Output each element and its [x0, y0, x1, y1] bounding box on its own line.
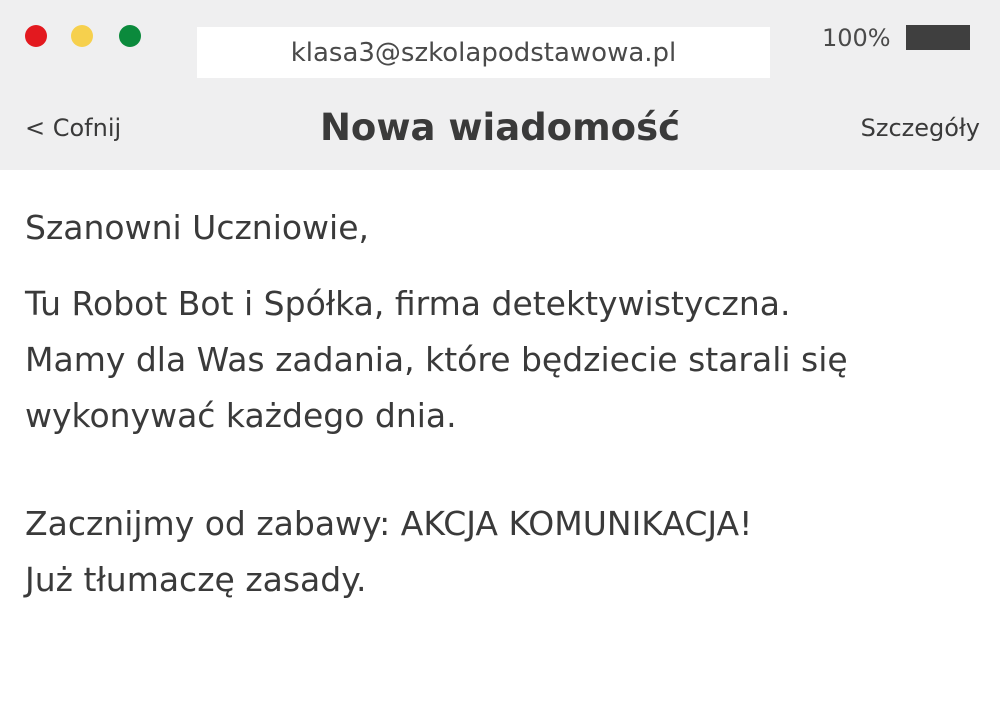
back-button[interactable]: < Cofnij — [25, 110, 121, 146]
battery-icon — [906, 25, 970, 50]
message-line: Już tłumaczę zasady. — [25, 560, 367, 599]
message-line: Mamy dla Was zadania, które będziecie st… — [25, 340, 848, 379]
details-button[interactable]: Szczegóły — [861, 110, 980, 146]
recipient-address-text: klasa3@szkolapodstawowa.pl — [290, 37, 677, 68]
maximize-window-button[interactable] — [119, 25, 141, 47]
mail-window: klasa3@szkolapodstawowa.pl 100% < Cofnij… — [0, 0, 1000, 709]
recipient-address-field[interactable]: klasa3@szkolapodstawowa.pl — [197, 27, 770, 78]
battery-percentage: 100% — [822, 24, 891, 52]
message-line: Zacznijmy od zabawy: AKCJA KOMUNIKACJA! — [25, 504, 753, 543]
message-greeting: Szanowni Uczniowie, — [25, 208, 370, 247]
minimize-window-button[interactable] — [71, 25, 93, 47]
page-title: Nowa wiadomość — [319, 106, 681, 149]
header-bar: klasa3@szkolapodstawowa.pl 100% < Cofnij… — [0, 0, 1000, 170]
message-line: wykonywać każdego dnia. — [25, 396, 457, 435]
message-line: Tu Robot Bot i Spółka, firma detektywist… — [25, 284, 791, 323]
close-window-button[interactable] — [25, 25, 47, 47]
